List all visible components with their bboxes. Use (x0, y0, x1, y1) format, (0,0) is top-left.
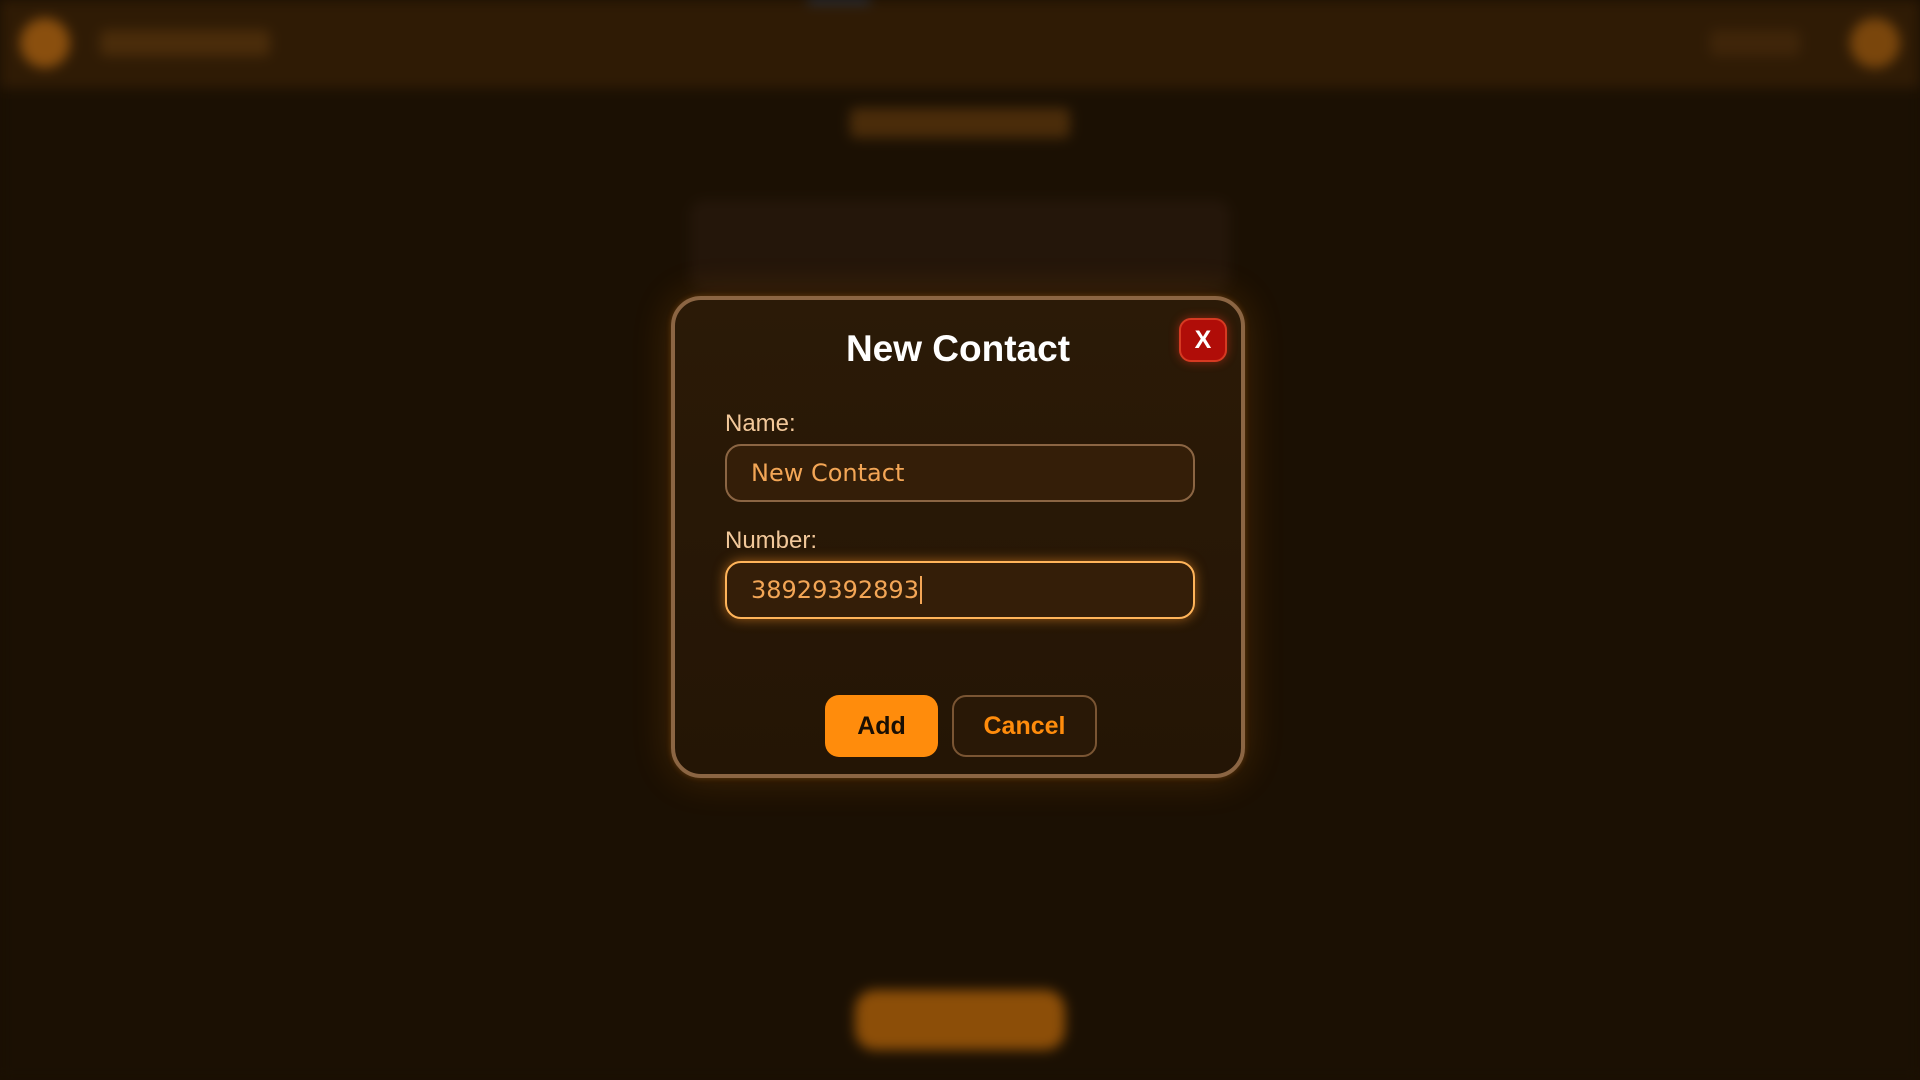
number-input-value: 38929392893 (751, 576, 919, 604)
blurred-page-title (850, 108, 1070, 138)
number-label: Number: (725, 527, 818, 554)
name-input[interactable]: New Contact (725, 444, 1195, 502)
text-caret (919, 576, 922, 604)
blurred-tab-indicator (808, 0, 870, 2)
blurred-bottom-button (855, 990, 1065, 1050)
close-button[interactable]: X (1179, 318, 1227, 362)
add-button[interactable]: Add (825, 695, 938, 757)
blurred-top-bar (0, 0, 1920, 88)
number-input[interactable]: 38929392893 (725, 561, 1195, 619)
blurred-avatar (1850, 18, 1900, 68)
blurred-panel (690, 200, 1230, 290)
name-input-value: New Contact (751, 459, 905, 487)
close-icon: X (1194, 325, 1212, 354)
blurred-logo-icon (20, 18, 70, 68)
dialog-title: New Contact (845, 328, 1071, 369)
blurred-logo-text (100, 30, 270, 56)
cancel-button[interactable]: Cancel (952, 695, 1097, 757)
name-label: Name: (725, 410, 796, 437)
new-contact-dialog: New Contact X Name: New Contact Number: … (671, 296, 1245, 778)
blurred-user-text (1710, 30, 1800, 56)
